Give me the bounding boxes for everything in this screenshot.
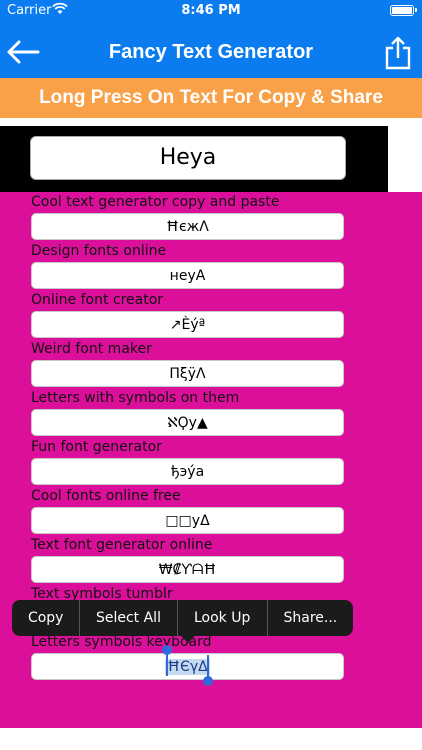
- input-area: Heya: [0, 126, 388, 192]
- style-output[interactable]: ₩₡ƳᗩĦ: [31, 556, 344, 583]
- selected-text[interactable]: ĦЄγΔ: [165, 659, 210, 675]
- page-title: Fancy Text Generator: [108, 41, 314, 63]
- style-output[interactable]: ΠξÿΛ: [31, 360, 344, 387]
- context-menu-arrow: [181, 636, 195, 643]
- context-menu: Copy Select All Look Up Share...: [12, 600, 353, 636]
- style-label: Cool text generator copy and paste: [31, 194, 280, 210]
- navigation-bar: Fancy Text Generator: [0, 22, 422, 78]
- style-output[interactable]: ℵϘy▲: [31, 409, 344, 436]
- look-up-menu-item[interactable]: Look Up: [178, 600, 268, 636]
- share-menu-item[interactable]: Share...: [268, 600, 353, 636]
- battery-icon: [390, 5, 417, 16]
- style-output[interactable]: □□yΔ: [31, 507, 344, 534]
- selection-start-caret: [166, 652, 168, 676]
- share-icon[interactable]: [384, 36, 412, 70]
- style-output-selected[interactable]: ĦЄγΔ: [31, 653, 344, 680]
- style-label: Online font creator: [31, 292, 164, 308]
- text-input[interactable]: Heya: [30, 136, 346, 180]
- style-label: Letters with symbols on them: [31, 390, 240, 406]
- style-label: Cool fonts online free: [31, 488, 181, 504]
- style-output[interactable]: ĦєжΛ: [31, 213, 344, 240]
- style-label: Text font generator online: [31, 537, 213, 553]
- style-label: Fun font generator: [31, 439, 162, 455]
- status-bar: Carrier 8:46 PM: [0, 0, 422, 22]
- copy-menu-item[interactable]: Copy: [12, 600, 81, 636]
- select-all-menu-item[interactable]: Select All: [80, 600, 178, 636]
- style-output[interactable]: ʜeyA: [31, 262, 344, 289]
- style-output[interactable]: ↗Èýª: [31, 311, 344, 338]
- style-output[interactable]: ђэýа: [31, 458, 344, 485]
- clock: 8:46 PM: [181, 3, 241, 18]
- instruction-banner: Long Press On Text For Copy & Share: [0, 78, 422, 118]
- selection-end-handle[interactable]: [203, 676, 213, 686]
- style-label: Design fonts online: [31, 243, 167, 259]
- style-label: Weird font maker: [31, 341, 152, 357]
